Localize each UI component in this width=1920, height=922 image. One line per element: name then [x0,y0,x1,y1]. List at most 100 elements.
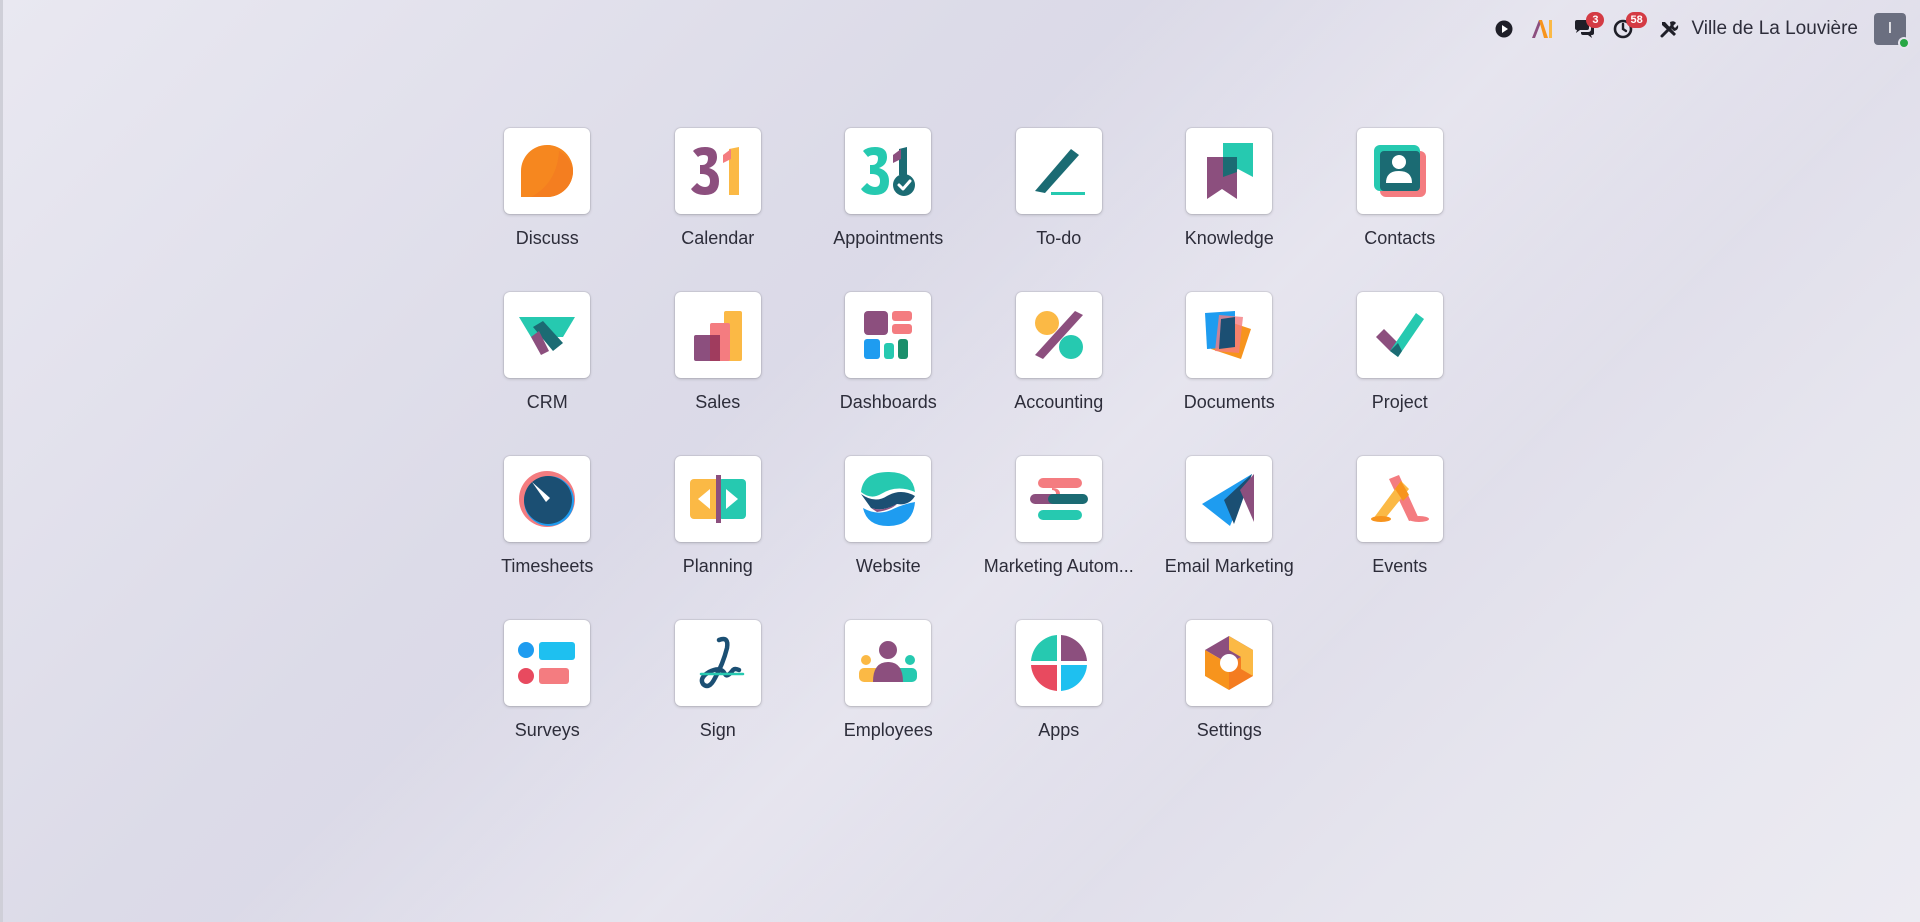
app-tile [674,620,761,706]
settings-icon [1205,636,1254,690]
app-label: Knowledge [1184,228,1274,248]
app-label: Contacts [1364,228,1436,248]
marketing-automation-icon [1029,478,1088,520]
messages-button[interactable]: 3 [1573,8,1605,50]
app-tile [1015,456,1102,542]
contacts-icon [1373,145,1426,197]
app-settings[interactable]: Settings [1144,620,1315,784]
accounting-icon [1034,311,1083,359]
app-label: Timesheets [501,556,594,576]
app-label: Surveys [514,720,580,740]
app-tile [845,292,932,378]
app-tile [1186,456,1273,542]
app-tile [1186,620,1273,706]
app-sales[interactable]: Sales [633,292,804,456]
app-tile [1356,292,1443,378]
app-discuss[interactable]: Discuss [462,128,633,292]
app-tile [845,620,932,706]
app-tile [1015,128,1102,214]
app-label: Calendar [681,228,755,248]
documents-icon [1205,311,1252,359]
app-appointments[interactable]: Appointments [803,128,974,292]
app-tile [845,128,932,214]
crm-icon [519,317,576,355]
tools-icon[interactable] [1659,8,1679,50]
app-label: Planning [682,556,753,576]
app-label: Email Marketing [1164,556,1294,576]
app-label: Discuss [515,228,579,248]
app-accounting[interactable]: Accounting [974,292,1145,456]
sign-icon [699,636,744,689]
app-label: Settings [1196,720,1262,740]
app-label: Apps [1038,720,1080,740]
app-label: Website [855,556,921,576]
app-label: Appointments [833,228,944,248]
activities-button[interactable]: 58 [1613,8,1647,50]
app-knowledge[interactable]: Knowledge [1144,128,1315,292]
app-tile [1356,456,1443,542]
app-planning[interactable]: Planning [633,456,804,620]
messages-count-badge: 3 [1586,12,1605,28]
app-tile [674,456,761,542]
ai-icon[interactable] [1531,8,1555,50]
app-label: CRM [526,392,568,412]
app-project[interactable]: Project [1315,292,1486,456]
app-tile [504,456,591,542]
app-events[interactable]: Events [1315,456,1486,620]
events-icon [1370,475,1429,522]
calendar-icon [690,147,739,195]
activities-count-badge: 58 [1626,12,1647,28]
app-tile [504,128,591,214]
surveys-icon [518,642,576,684]
timesheets-icon [519,471,576,527]
app-marketing-automation[interactable]: Marketing Autom... [974,456,1145,620]
play-icon[interactable] [1495,8,1513,50]
knowledge-icon [1207,143,1254,199]
app-label: Documents [1183,392,1275,412]
app-todo[interactable]: To-do [974,128,1145,292]
discuss-icon [521,145,574,197]
avatar-initial: I [1887,20,1893,37]
website-icon [861,472,916,526]
app-apps[interactable]: Apps [974,620,1145,784]
company-switcher[interactable]: Ville de La Louvière [1691,18,1858,40]
app-label: Events [1372,556,1428,576]
apps-icon [1030,635,1087,691]
app-label: Accounting [1014,392,1104,412]
app-label: To-do [1036,228,1082,248]
app-tile [845,456,932,542]
user-avatar[interactable]: I [1874,13,1910,49]
app-tile [504,620,591,706]
app-calendar[interactable]: Calendar [633,128,804,292]
app-grid: Discuss Calendar Appointments To-do Know… [462,128,1485,784]
app-tile [1015,620,1102,706]
employees-icon [859,641,918,682]
project-icon [1375,313,1424,357]
appointments-icon [861,147,916,196]
app-label: Employees [843,720,933,740]
app-surveys[interactable]: Surveys [462,620,633,784]
app-tile [674,128,761,214]
app-crm[interactable]: CRM [462,292,633,456]
app-tile [674,292,761,378]
dashboards-icon [864,311,913,359]
email-marketing-icon [1202,474,1255,526]
app-tile [1186,128,1273,214]
planning-icon [689,475,746,523]
app-tile [1356,128,1443,214]
left-edge [0,0,3,922]
app-dashboards[interactable]: Dashboards [803,292,974,456]
app-label: Project [1371,392,1428,412]
app-email-marketing[interactable]: Email Marketing [1144,456,1315,620]
sales-icon [693,311,742,361]
app-contacts[interactable]: Contacts [1315,128,1486,292]
app-timesheets[interactable]: Timesheets [462,456,633,620]
app-sign[interactable]: Sign [633,620,804,784]
app-website[interactable]: Website [803,456,974,620]
app-documents[interactable]: Documents [1144,292,1315,456]
app-tile [504,292,591,378]
app-label: Marketing Autom... [983,556,1134,576]
online-status-dot [1898,37,1910,49]
app-employees[interactable]: Employees [803,620,974,784]
systray: 3 58 Ville de La Louvière I [1477,8,1910,50]
